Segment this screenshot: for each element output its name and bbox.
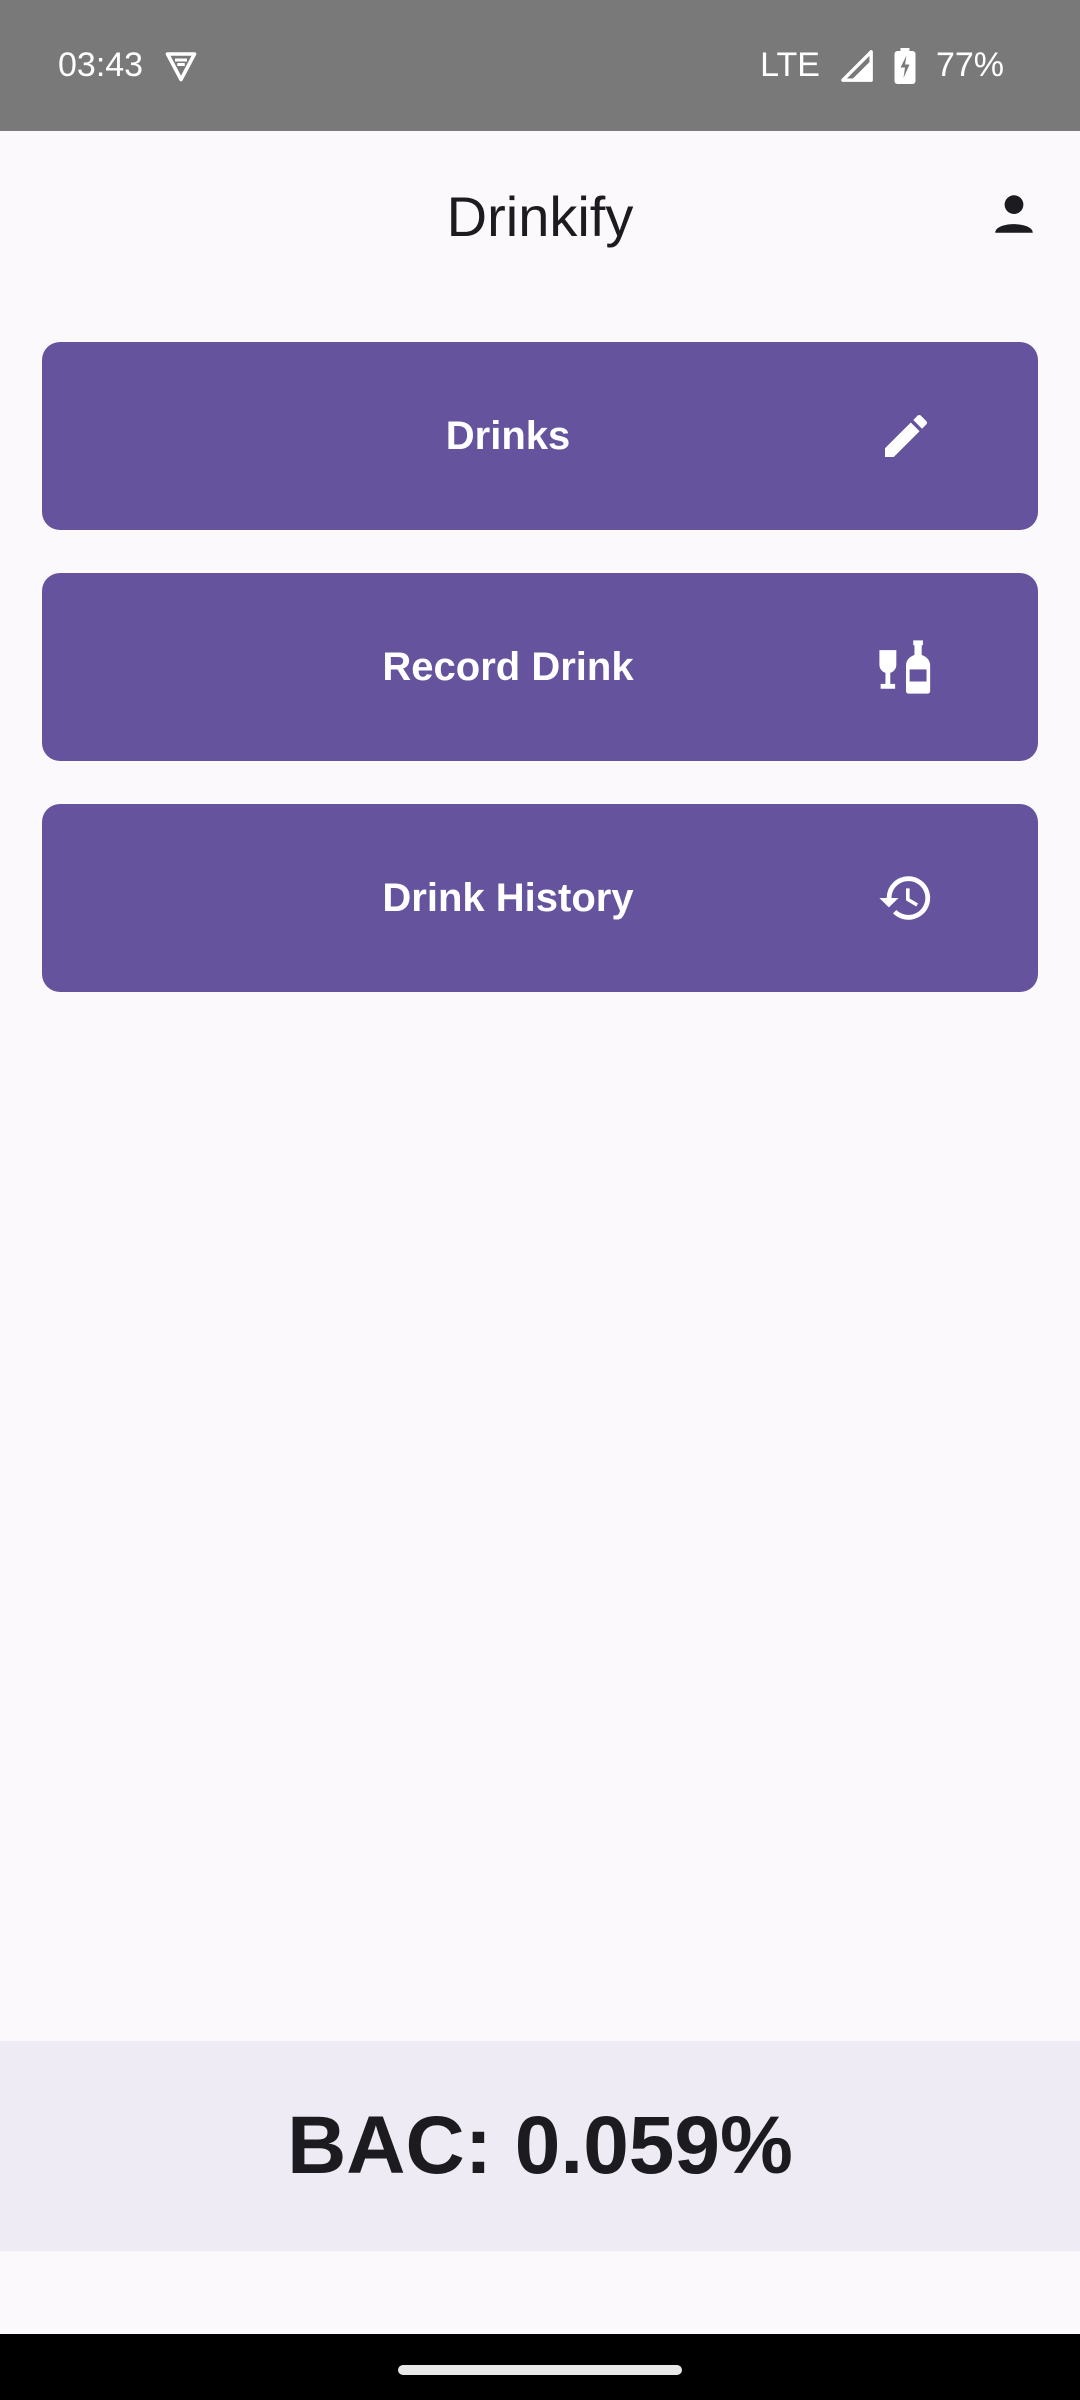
record-drink-button-label: Record Drink: [382, 644, 634, 689]
drinks-button[interactable]: Drinks: [42, 342, 1038, 530]
pencil-icon: [874, 404, 938, 468]
person-icon: [989, 189, 1039, 244]
status-left: 03:43: [58, 46, 199, 85]
network-type: LTE: [760, 46, 820, 84]
bac-panel: BAC: 0.059%: [0, 2041, 1080, 2251]
vpn-shield-icon: [163, 48, 199, 84]
battery-level: 77%: [935, 46, 1004, 84]
profile-button[interactable]: [978, 180, 1050, 252]
record-drink-button[interactable]: Record Drink: [42, 573, 1038, 761]
signal-icon: [840, 49, 874, 83]
wine-bottle-icon: [874, 635, 938, 699]
app-title: Drinkify: [446, 184, 634, 248]
history-icon: [874, 866, 938, 930]
status-time: 03:43: [58, 46, 144, 84]
bac-readout: BAC: 0.059%: [287, 2100, 793, 2191]
app-bar: Drinkify: [0, 131, 1080, 301]
home-indicator[interactable]: [398, 2365, 682, 2375]
status-right: LTE 77%: [760, 46, 1004, 85]
drinks-button-label: Drinks: [445, 413, 571, 458]
drink-history-button-label: Drink History: [382, 875, 634, 920]
drink-history-button[interactable]: Drink History: [42, 804, 1038, 992]
status-bar: 03:43 LTE 77%: [0, 0, 1080, 131]
battery-charging-icon: [894, 47, 916, 84]
main-menu: Drinks Record Drink Drink History: [42, 342, 1038, 1035]
